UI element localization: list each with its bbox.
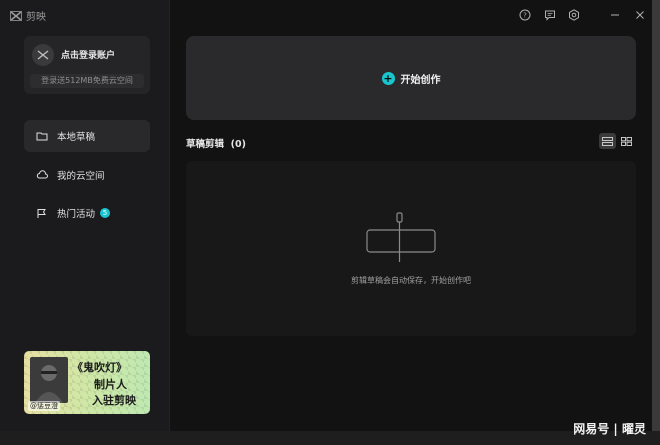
login-card[interactable]: 点击登录账户 登录送512MB免费云空间 bbox=[24, 36, 150, 94]
background-edge-right bbox=[652, 0, 660, 445]
feedback-icon[interactable] bbox=[543, 8, 557, 22]
promo-line-2: 制片人 bbox=[94, 378, 127, 391]
app-logo: 剪映 bbox=[10, 8, 46, 23]
background-edge-bottom bbox=[0, 431, 660, 445]
sidebar-item-label: 热门活动 bbox=[57, 209, 96, 220]
app-name: 剪映 bbox=[26, 12, 46, 23]
promo-tag: @惩豆澄 bbox=[28, 401, 60, 411]
sidebar-item-label: 本地草稿 bbox=[57, 132, 96, 143]
view-toggle bbox=[599, 133, 635, 149]
empty-drafts-text: 剪辑草稿会自动保存，开始创作吧 bbox=[351, 276, 471, 285]
close-icon[interactable] bbox=[633, 8, 647, 22]
cloud-icon bbox=[35, 168, 49, 182]
flag-icon bbox=[35, 206, 49, 220]
empty-timeline-icon bbox=[366, 212, 436, 262]
folder-icon bbox=[35, 129, 49, 143]
capcut-logo-icon bbox=[10, 10, 22, 21]
avatar-icon bbox=[32, 44, 54, 66]
sidebar-item-cloud[interactable]: 我的云空间 bbox=[24, 159, 150, 191]
drafts-title: 草稿剪辑 (0) bbox=[186, 136, 246, 150]
watermark: 网易号 | 曜灵 bbox=[573, 422, 646, 436]
sidebar: 剪映 点击登录账户 登录送512MB免费云空间 本地草稿 我的云空间 热门活动 … bbox=[0, 0, 170, 431]
start-creation-button[interactable]: + 开始创作 bbox=[186, 36, 636, 120]
app-window: 剪映 点击登录账户 登录送512MB免费云空间 本地草稿 我的云空间 热门活动 … bbox=[0, 0, 652, 431]
settings-icon[interactable] bbox=[567, 8, 581, 22]
drafts-title-text: 草稿剪辑 bbox=[186, 139, 225, 150]
promo-photo bbox=[30, 357, 68, 403]
drafts-count: (0) bbox=[230, 139, 246, 150]
list-view-button[interactable] bbox=[599, 133, 616, 149]
sidebar-item-activities[interactable]: 热门活动 5 bbox=[24, 197, 150, 229]
drafts-area: 剪辑草稿会自动保存，开始创作吧 bbox=[186, 161, 636, 336]
login-subtitle: 登录送512MB免费云空间 bbox=[30, 74, 144, 88]
sidebar-item-label: 我的云空间 bbox=[57, 171, 105, 182]
notification-badge: 5 bbox=[100, 208, 111, 218]
login-title[interactable]: 点击登录账户 bbox=[61, 48, 115, 61]
plus-icon: + bbox=[381, 71, 395, 85]
svg-text:?: ? bbox=[523, 12, 527, 20]
grid-view-icon bbox=[621, 136, 632, 146]
promo-banner[interactable]: 《鬼吹灯》 制片人 入驻剪映 @惩豆澄 bbox=[24, 351, 150, 414]
grid-view-button[interactable] bbox=[618, 133, 635, 149]
sidebar-item-local-drafts[interactable]: 本地草稿 bbox=[24, 120, 150, 152]
list-view-icon bbox=[602, 136, 613, 146]
help-icon[interactable]: ? bbox=[518, 8, 532, 22]
promo-line-1: 《鬼吹灯》 bbox=[72, 361, 127, 374]
start-creation-label: 开始创作 bbox=[400, 74, 441, 86]
minimize-icon[interactable] bbox=[608, 8, 622, 22]
promo-line-3: 入驻剪映 bbox=[92, 394, 136, 407]
